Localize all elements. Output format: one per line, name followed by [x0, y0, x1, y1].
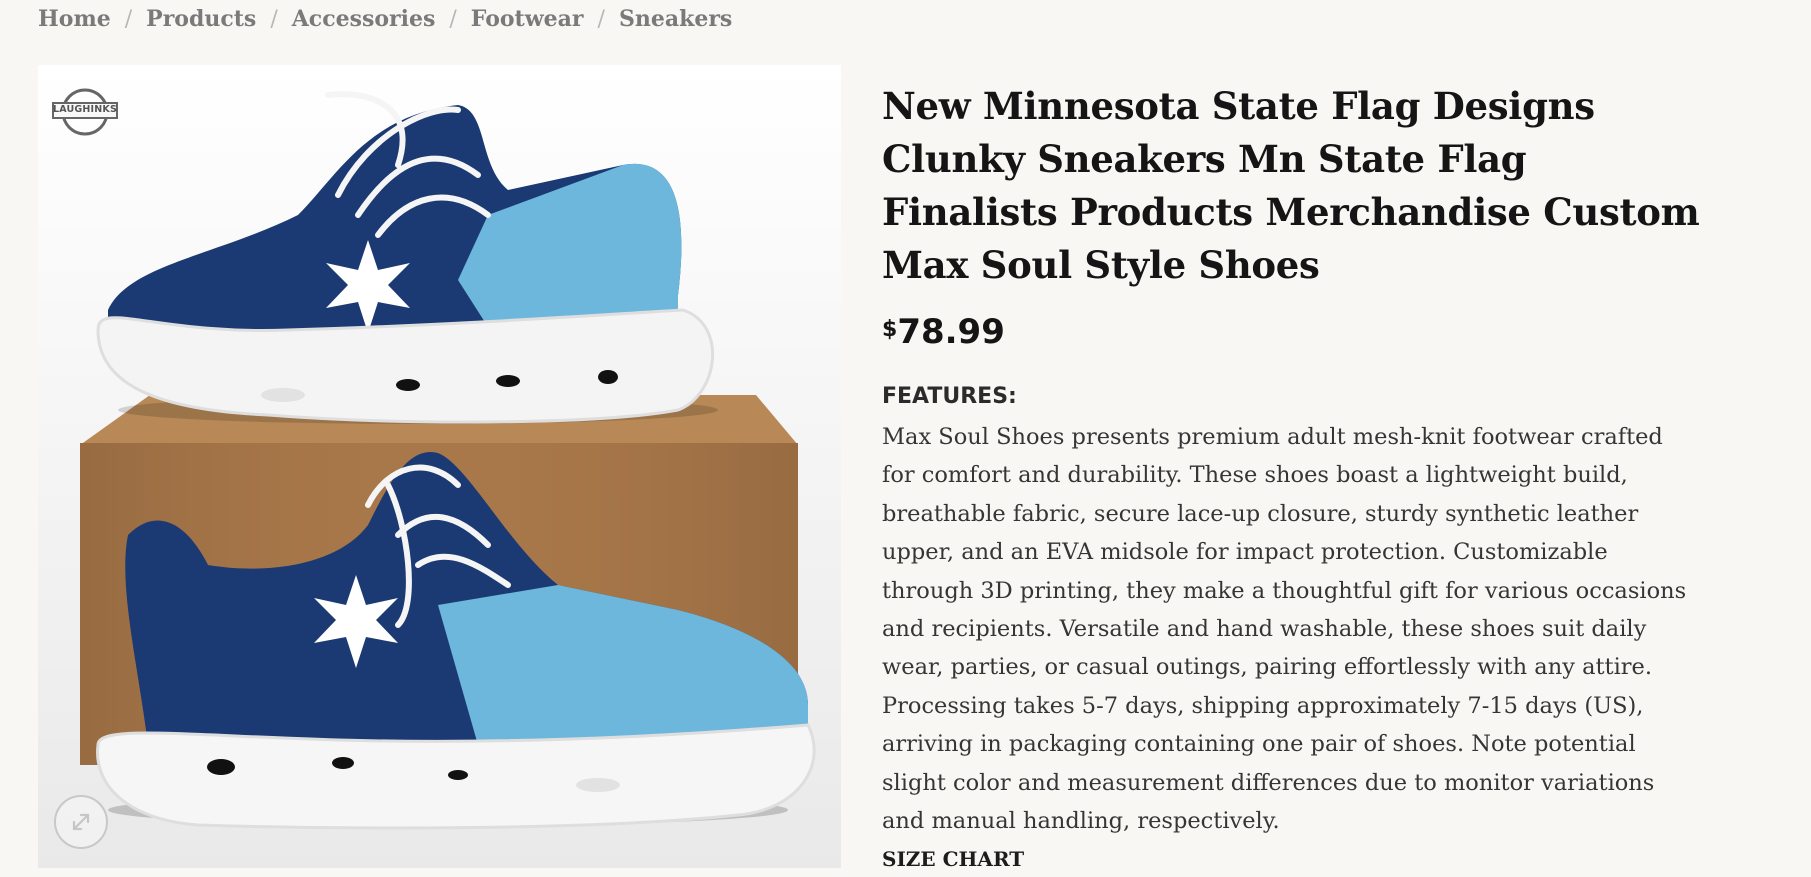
laughinks-logo: LAUGHINKS — [52, 87, 118, 137]
product-summary: New Minnesota State Flag Designs Clunky … — [882, 80, 1702, 874]
price-amount: 78.99 — [897, 312, 1005, 352]
breadcrumb-separator: / — [597, 6, 605, 32]
breadcrumb-home[interactable]: Home — [38, 6, 111, 32]
breadcrumb-products[interactable]: Products — [146, 6, 256, 32]
breadcrumb-sneakers[interactable]: Sneakers — [619, 6, 732, 32]
breadcrumb-accessories[interactable]: Accessories — [292, 6, 436, 32]
product-description: Max Soul Shoes presents premium adult me… — [882, 424, 1687, 835]
product-price: $78.99 — [882, 312, 1702, 352]
expand-arrows-icon — [72, 813, 90, 831]
price-currency: $ — [882, 317, 898, 342]
product-title: New Minnesota State Flag Designs Clunky … — [882, 84, 1700, 287]
product-image[interactable] — [38, 65, 841, 868]
breadcrumb-footwear[interactable]: Footwear — [471, 6, 584, 32]
breadcrumb-separator: / — [270, 6, 278, 32]
breadcrumb: Home / Products / Accessories / Footwear… — [38, 0, 732, 38]
size-chart-heading: SIZE CHART — [882, 847, 1025, 872]
breadcrumb-separator: / — [449, 6, 457, 32]
logo-text: LAUGHINKS — [52, 104, 118, 115]
zoom-button[interactable] — [54, 795, 108, 849]
breadcrumb-separator: / — [124, 6, 133, 32]
top-sneaker — [96, 91, 718, 424]
features-heading: FEATURES: — [882, 384, 1017, 409]
product-image-gallery[interactable]: LAUGHINKS — [38, 65, 841, 868]
